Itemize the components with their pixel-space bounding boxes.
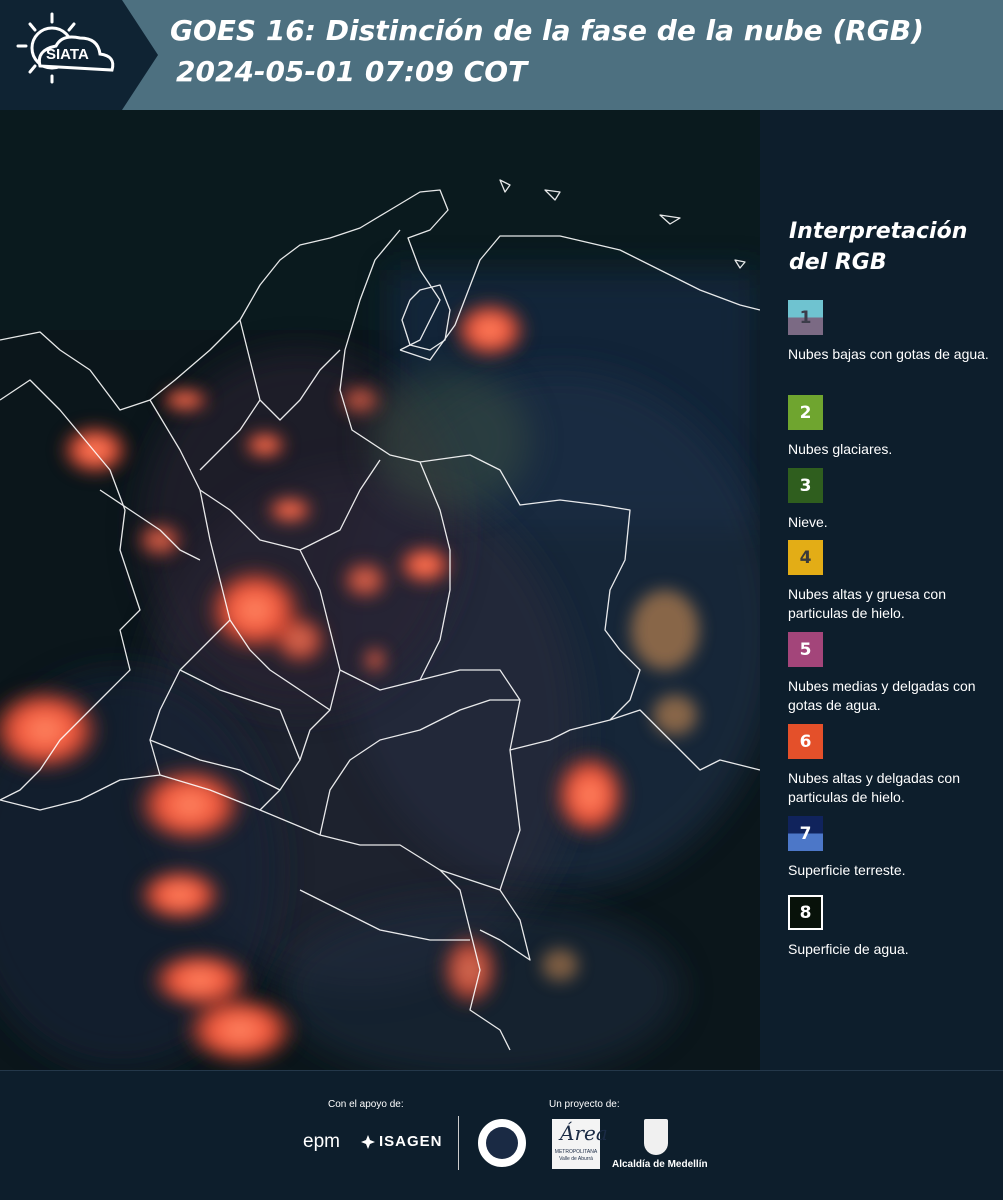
- isagen-logo: ISAGEN: [361, 1133, 443, 1150]
- legend-label-2: Nubes glaciares.: [788, 441, 893, 457]
- legend-swatch-7: 7: [788, 816, 823, 851]
- legend-item-6: 6 Nubes altas y delgadas con particulas …: [788, 724, 1000, 807]
- timestamp: 2024-05-01 07:09 COT: [176, 55, 528, 88]
- legend-label-5: Nubes medias y delgadas con gotas de agu…: [788, 678, 976, 713]
- legend-label-7: Superficie terreste.: [788, 862, 906, 878]
- legend-item-7: 7 Superficie terreste.: [788, 816, 1000, 880]
- alcaldia-logo-text: Alcaldía de Medellín: [612, 1159, 708, 1170]
- legend-item-2: 2 Nubes glaciares.: [788, 395, 1000, 459]
- page-title: GOES 16: Distinción de la fase de la nub…: [170, 14, 924, 47]
- satellite-map: [0, 110, 760, 1070]
- legend-title: Interpretación del RGB: [789, 219, 968, 275]
- footer-divider: [458, 1116, 459, 1170]
- legend-label-1: Nubes bajas con gotas de agua.: [788, 346, 989, 362]
- legend-swatch-3: 3: [788, 468, 823, 503]
- epm-logo: epm: [303, 1131, 340, 1152]
- legend-swatch-1: 1: [788, 300, 823, 335]
- project-label: Un proyecto de:: [549, 1099, 620, 1110]
- university-seal-logo: [478, 1119, 526, 1167]
- legend-swatch-6: 6: [788, 724, 823, 759]
- legend-swatch-4: 4: [788, 540, 823, 575]
- legend-panel: Interpretación del RGB 1 Nubes bajas con…: [760, 110, 1003, 1070]
- footer: Con el apoyo de: Un proyecto de: epm ISA…: [0, 1070, 1003, 1200]
- legend-label-8: Superficie de agua.: [788, 941, 909, 957]
- legend-item-8: 8 Superficie de agua.: [788, 895, 1000, 959]
- area-metropolitana-logo: Área METROPOLITANA Valle de Aburrá: [552, 1119, 608, 1169]
- siata-logo: SIATA: [0, 0, 158, 110]
- isagen-text: ISAGEN: [379, 1133, 443, 1150]
- legend-swatch-8: 8: [788, 895, 823, 930]
- legend-label-4: Nubes altas y gruesa con particulas de h…: [788, 586, 946, 621]
- legend-item-4: 4 Nubes altas y gruesa con particulas de…: [788, 540, 1000, 623]
- header-bar: SIATA GOES 16: Distinción de la fase de …: [0, 0, 1003, 110]
- siata-logo-text: SIATA: [46, 46, 89, 63]
- legend-label-6: Nubes altas y delgadas con particulas de…: [788, 770, 960, 805]
- legend-item-1: 1 Nubes bajas con gotas de agua.: [788, 300, 1000, 364]
- legend-item-5: 5 Nubes medias y delgadas con gotas de a…: [788, 632, 1000, 715]
- alcaldia-shield-icon: [644, 1119, 668, 1155]
- legend-item-3: 3 Nieve.: [788, 468, 1000, 532]
- legend-swatch-2: 2: [788, 395, 823, 430]
- isagen-icon: [361, 1134, 375, 1149]
- legend-swatch-5: 5: [788, 632, 823, 667]
- support-label: Con el apoyo de:: [328, 1099, 404, 1110]
- legend-label-3: Nieve.: [788, 514, 828, 530]
